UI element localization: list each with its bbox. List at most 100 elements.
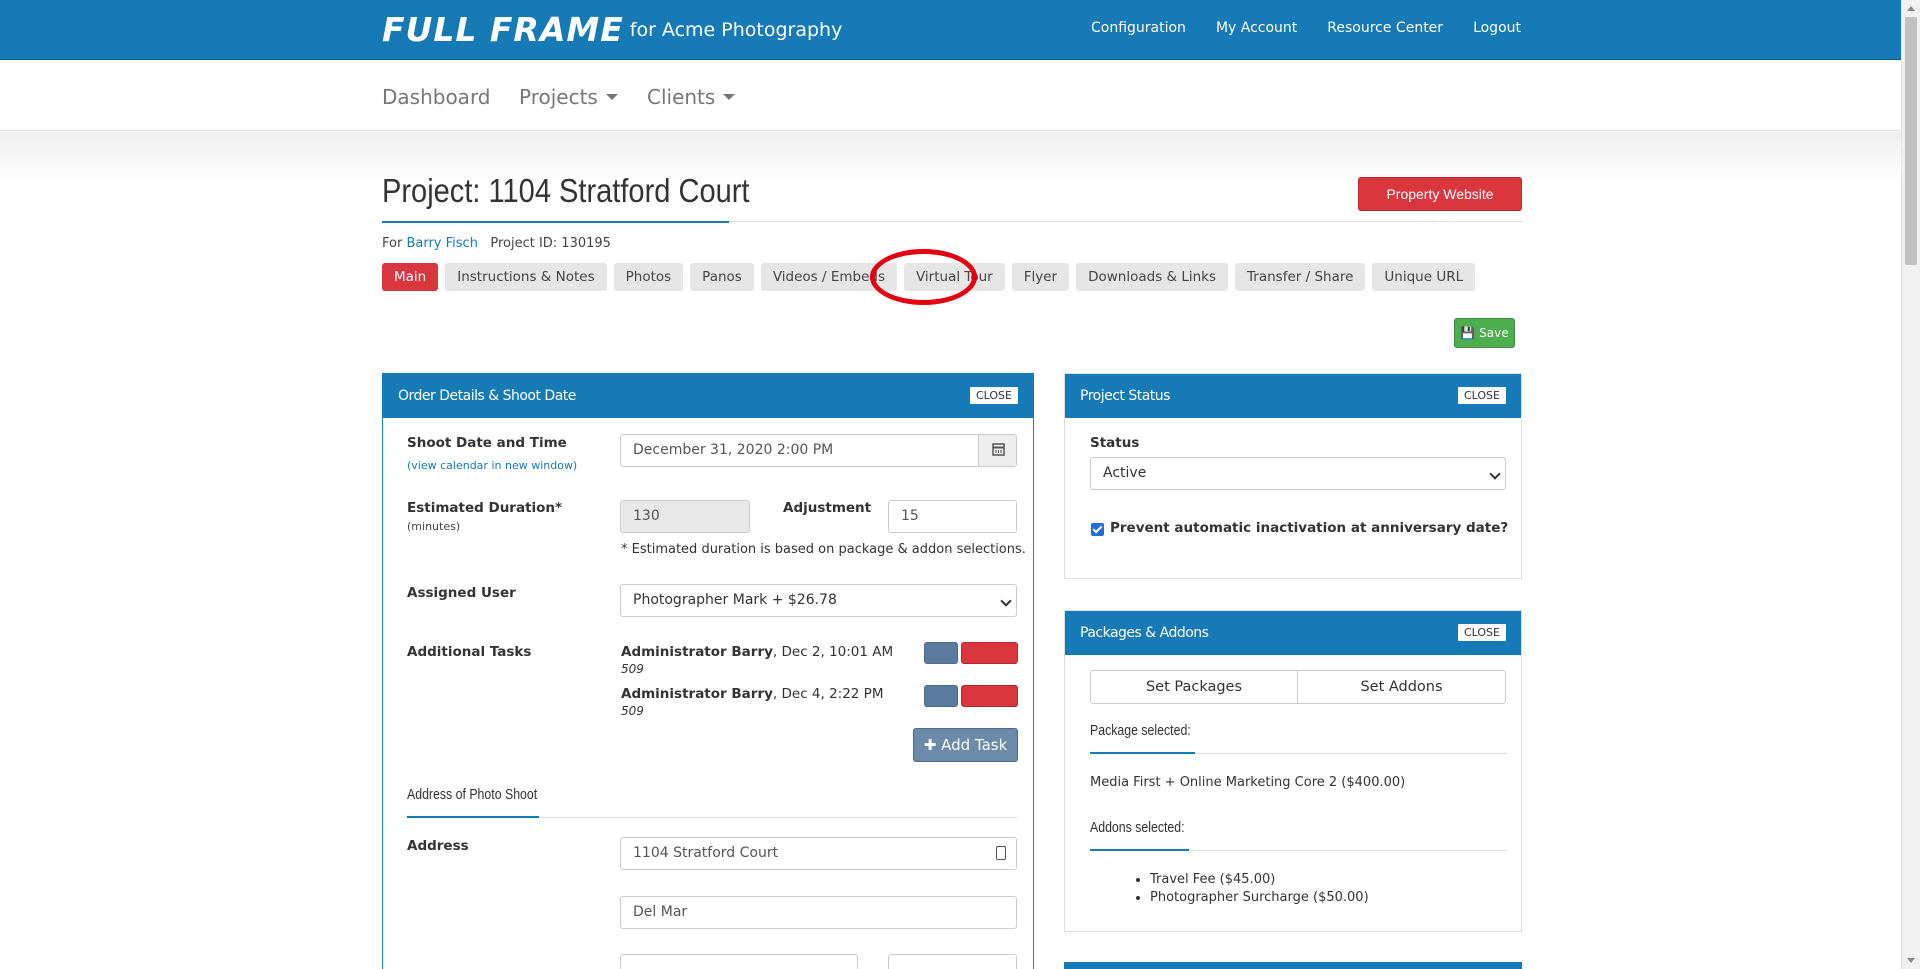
next-panel <box>1064 962 1522 969</box>
project-id: Project ID: 130195 <box>490 236 611 251</box>
estimated-duration-input[interactable]: 130 <box>620 500 750 533</box>
prevent-inactivation-label: Prevent automatic inactivation at annive… <box>1110 520 1509 536</box>
add-task-button[interactable]: ✚ Add Task <box>913 728 1018 762</box>
tab-panos[interactable]: Panos <box>690 263 754 291</box>
task-time: , Dec 4, 2:22 PM <box>772 686 884 702</box>
section-underline <box>1090 849 1189 851</box>
contact-card-icon <box>996 846 1006 860</box>
addons-list: Travel Fee ($45.00) Photographer Surchar… <box>1130 872 1369 908</box>
scroll-thumb[interactable] <box>1905 17 1917 265</box>
brand-logo[interactable]: FULL FRAME for Acme Photography <box>382 10 842 49</box>
state-input[interactable] <box>620 954 858 969</box>
set-packages-button[interactable]: Set Packages <box>1090 670 1298 704</box>
city-input[interactable]: Del Mar <box>620 896 1017 929</box>
nav-configuration[interactable]: Configuration <box>1091 20 1186 36</box>
page-scrollbar[interactable] <box>1901 0 1920 969</box>
save-label: Save <box>1479 326 1509 340</box>
scroll-down-icon[interactable] <box>1907 958 1915 963</box>
panel-header: Project Status CLOSE <box>1065 374 1521 418</box>
list-item: Travel Fee ($45.00) <box>1150 872 1369 890</box>
save-button[interactable]: 💾 Save <box>1454 318 1515 348</box>
panel-title: Packages & Addons <box>1080 625 1209 641</box>
header-shadow <box>0 132 1901 182</box>
main-nav: Dashboard Projects Clients <box>0 61 1901 131</box>
address-line1-input[interactable]: 1104 Stratford Court <box>620 837 1017 870</box>
shoot-date-input[interactable]: December 31, 2020 2:00 PM <box>620 434 1017 467</box>
close-button[interactable]: CLOSE <box>1456 386 1507 405</box>
panel-header: Packages & Addons CLOSE <box>1065 611 1521 655</box>
top-nav: Configuration My Account Resource Center… <box>1061 20 1521 36</box>
address-section-title: Address of Photo Shoot <box>407 787 538 803</box>
close-button[interactable]: CLOSE <box>968 386 1019 405</box>
section-underline <box>407 816 539 818</box>
tab-virtual-tour[interactable]: Virtual Tour <box>903 263 1005 291</box>
shoot-date-value: December 31, 2020 2:00 PM <box>633 442 834 458</box>
address-label: Address <box>407 838 469 854</box>
calendar-icon-button[interactable] <box>978 435 1016 466</box>
panel-title: Order Details & Shoot Date <box>398 388 576 404</box>
remove-task-button[interactable] <box>961 685 1018 707</box>
task-code: 509 <box>621 662 644 676</box>
assigned-user-select[interactable]: Photographer Mark + $26.78 <box>620 584 1017 617</box>
for-label: For <box>382 236 403 251</box>
chevron-down-icon <box>1000 595 1012 607</box>
panel-header: Order Details & Shoot Date CLOSE <box>383 374 1033 418</box>
status-label: Status <box>1090 435 1140 451</box>
section-underline <box>1090 752 1195 754</box>
tab-instructions-notes[interactable]: Instructions & Notes <box>445 263 607 291</box>
panel-header <box>1065 963 1521 969</box>
scroll-up-icon[interactable] <box>1907 6 1915 11</box>
panel-title: Project Status <box>1080 388 1170 404</box>
client-link[interactable]: Barry Fisch <box>406 236 477 251</box>
tab-photos[interactable]: Photos <box>613 263 684 291</box>
nav-resource-center[interactable]: Resource Center <box>1327 20 1443 36</box>
page-title: Project: 1104 Stratford Court <box>382 172 750 209</box>
task-item: Administrator Barry, Dec 2, 10:01 AM <box>621 644 893 660</box>
brand-name: FULL FRAME <box>382 10 624 49</box>
brand-subtitle: for Acme Photography <box>629 19 843 41</box>
tab-main[interactable]: Main <box>382 263 439 291</box>
close-button[interactable]: CLOSE <box>1456 623 1507 642</box>
nav-my-account[interactable]: My Account <box>1216 20 1297 36</box>
save-icon: 💾 <box>1460 326 1476 340</box>
edit-task-button[interactable] <box>924 685 958 707</box>
adjustment-input[interactable]: 15 <box>888 500 1017 533</box>
tab-flyer[interactable]: Flyer <box>1011 263 1070 291</box>
package-selected-label: Package selected: <box>1090 723 1191 739</box>
tab-transfer-share[interactable]: Transfer / Share <box>1235 263 1366 291</box>
nav-projects-dropdown[interactable]: Projects <box>519 85 618 109</box>
duration-unit: (minutes) <box>407 520 461 533</box>
tab-unique-url[interactable]: Unique URL <box>1372 263 1476 291</box>
nav-logout[interactable]: Logout <box>1473 20 1521 36</box>
calendar-icon <box>992 443 1005 456</box>
remove-task-button[interactable] <box>961 642 1018 664</box>
caret-down-icon <box>723 94 736 100</box>
chevron-down-icon <box>1489 468 1501 480</box>
task-item: Administrator Barry, Dec 4, 2:22 PM <box>621 686 883 702</box>
task-time: , Dec 2, 10:01 AM <box>772 644 894 660</box>
project-meta: For Barry Fisch Project ID: 130195 <box>382 236 611 251</box>
property-website-analytics-button[interactable]: Property Website Analytics <box>1358 177 1522 234</box>
status-select[interactable]: Active <box>1090 457 1506 490</box>
estimated-duration-label: Estimated Duration* <box>407 500 563 516</box>
edit-task-button[interactable] <box>924 642 958 664</box>
caret-down-icon <box>605 94 618 100</box>
status-value: Active <box>1103 465 1147 481</box>
nav-dashboard[interactable]: Dashboard <box>382 85 491 109</box>
prevent-inactivation-checkbox[interactable] <box>1091 523 1104 536</box>
adjustment-label: Adjustment <box>783 500 872 516</box>
add-user-icon: ✚ <box>923 736 937 754</box>
view-calendar-link[interactable]: (view calendar in new window) <box>407 459 577 472</box>
tab-videos-embeds[interactable]: Videos / Embeds <box>760 263 897 291</box>
address-line1-value: 1104 Stratford Court <box>633 845 779 861</box>
title-underline <box>382 221 729 223</box>
set-addons-button[interactable]: Set Addons <box>1297 670 1506 704</box>
list-item: Photographer Surcharge ($50.00) <box>1150 890 1369 908</box>
addons-selected-label: Addons selected: <box>1090 820 1185 836</box>
top-header: FULL FRAME for Acme Photography Configura… <box>0 0 1901 60</box>
nav-clients-dropdown[interactable]: Clients <box>647 85 736 109</box>
tab-downloads-links[interactable]: Downloads & Links <box>1076 263 1229 291</box>
task-code: 509 <box>621 704 644 718</box>
additional-tasks-label: Additional Tasks <box>407 644 532 660</box>
zip-input[interactable] <box>888 954 1017 969</box>
